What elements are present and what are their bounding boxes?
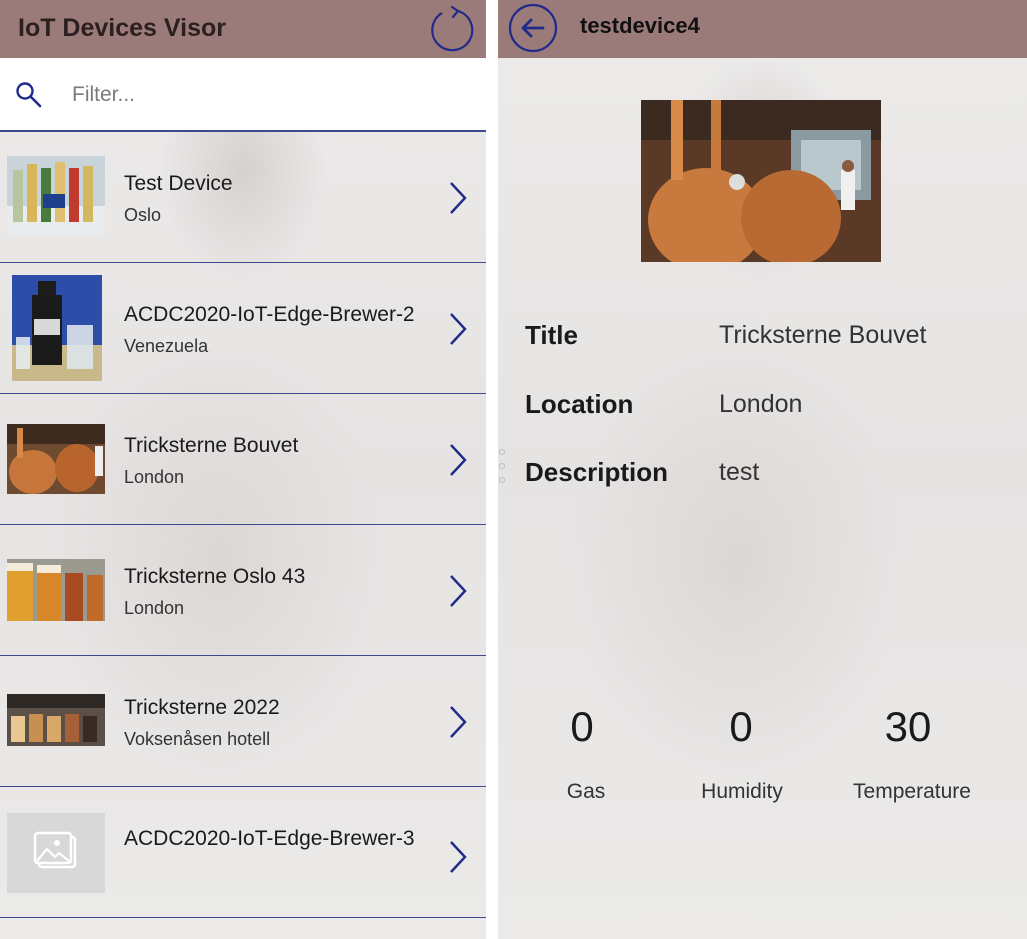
- chevron-right-icon[interactable]: [447, 442, 469, 478]
- device-row-tricksterne-2022[interactable]: Tricksterne 2022 Voksenåsen hotell: [0, 656, 486, 787]
- detail-header: testdevice4: [498, 0, 1027, 58]
- device-location: Oslo: [124, 205, 162, 225]
- device-row-acdc2020-brewer-2[interactable]: ACDC2020-IoT-Edge-Brewer-2 Venezuela: [0, 263, 486, 394]
- search-bar: [0, 58, 486, 132]
- temperature-label: Temperature: [853, 780, 971, 803]
- device-detail-screen: testdevice4 Title Tricksterne Bouvet Loc…: [498, 0, 1027, 939]
- device-thumbnail: [7, 424, 105, 494]
- chevron-right-icon[interactable]: [447, 311, 469, 347]
- search-input[interactable]: [70, 78, 454, 112]
- device-image: [641, 100, 881, 262]
- humidity-value: 0: [729, 703, 753, 750]
- drag-handle-icon[interactable]: [498, 446, 506, 486]
- title-value: Tricksterne Bouvet: [719, 321, 927, 349]
- device-thumbnail: [7, 694, 105, 746]
- device-row-test-device[interactable]: Test Device Oslo: [0, 132, 486, 263]
- device-title: Tricksterne 2022: [124, 696, 280, 719]
- device-row-tricksterne-oslo-43[interactable]: Tricksterne Oslo 43 London: [0, 525, 486, 656]
- refresh-icon[interactable]: [428, 5, 474, 55]
- location-value: London: [719, 390, 803, 418]
- device-row-tricksterne-bouvet[interactable]: Tricksterne Bouvet London: [0, 394, 486, 525]
- humidity-label: Humidity: [701, 780, 783, 803]
- device-thumbnail: [7, 156, 105, 236]
- location-label: Location: [525, 389, 634, 419]
- description-value: test: [719, 458, 760, 486]
- device-title: Test Device: [124, 172, 233, 195]
- title-label: Title: [525, 320, 578, 350]
- device-location: Venezuela: [124, 336, 209, 356]
- device-thumbnail: [7, 559, 105, 621]
- device-location: London: [124, 467, 185, 487]
- chevron-right-icon[interactable]: [447, 704, 469, 740]
- search-icon: [16, 82, 42, 108]
- back-arrow-icon[interactable]: [506, 2, 560, 54]
- device-title: ACDC2020-IoT-Edge-Brewer-3: [124, 827, 415, 850]
- device-thumbnail: [12, 275, 102, 381]
- device-location: London: [124, 598, 185, 618]
- detail-title: testdevice4: [580, 13, 700, 38]
- device-title: Tricksterne Oslo 43: [124, 565, 306, 588]
- image-placeholder-icon: [7, 813, 105, 893]
- device-list: Test Device Oslo ACDC2020-IoT-Edge-Brewe…: [0, 132, 486, 918]
- device-location: Voksenåsen hotell: [124, 729, 271, 749]
- gas-label: Gas: [566, 780, 606, 803]
- temperature-value: 30: [884, 703, 932, 750]
- device-list-screen: IoT Devices Visor Filter... Test Device …: [0, 0, 486, 939]
- chevron-right-icon[interactable]: [447, 573, 469, 609]
- device-row-acdc2020-brewer-3[interactable]: ACDC2020-IoT-Edge-Brewer-3: [0, 787, 486, 918]
- gas-value: 0: [570, 703, 594, 750]
- chevron-right-icon[interactable]: [447, 180, 469, 216]
- app-header: IoT Devices Visor: [0, 0, 486, 58]
- description-label: Description: [525, 457, 669, 487]
- device-title: Tricksterne Bouvet: [124, 434, 299, 457]
- app-title: IoT Devices Visor: [18, 14, 226, 42]
- device-title: ACDC2020-IoT-Edge-Brewer-2: [124, 303, 415, 326]
- chevron-right-icon[interactable]: [447, 839, 469, 875]
